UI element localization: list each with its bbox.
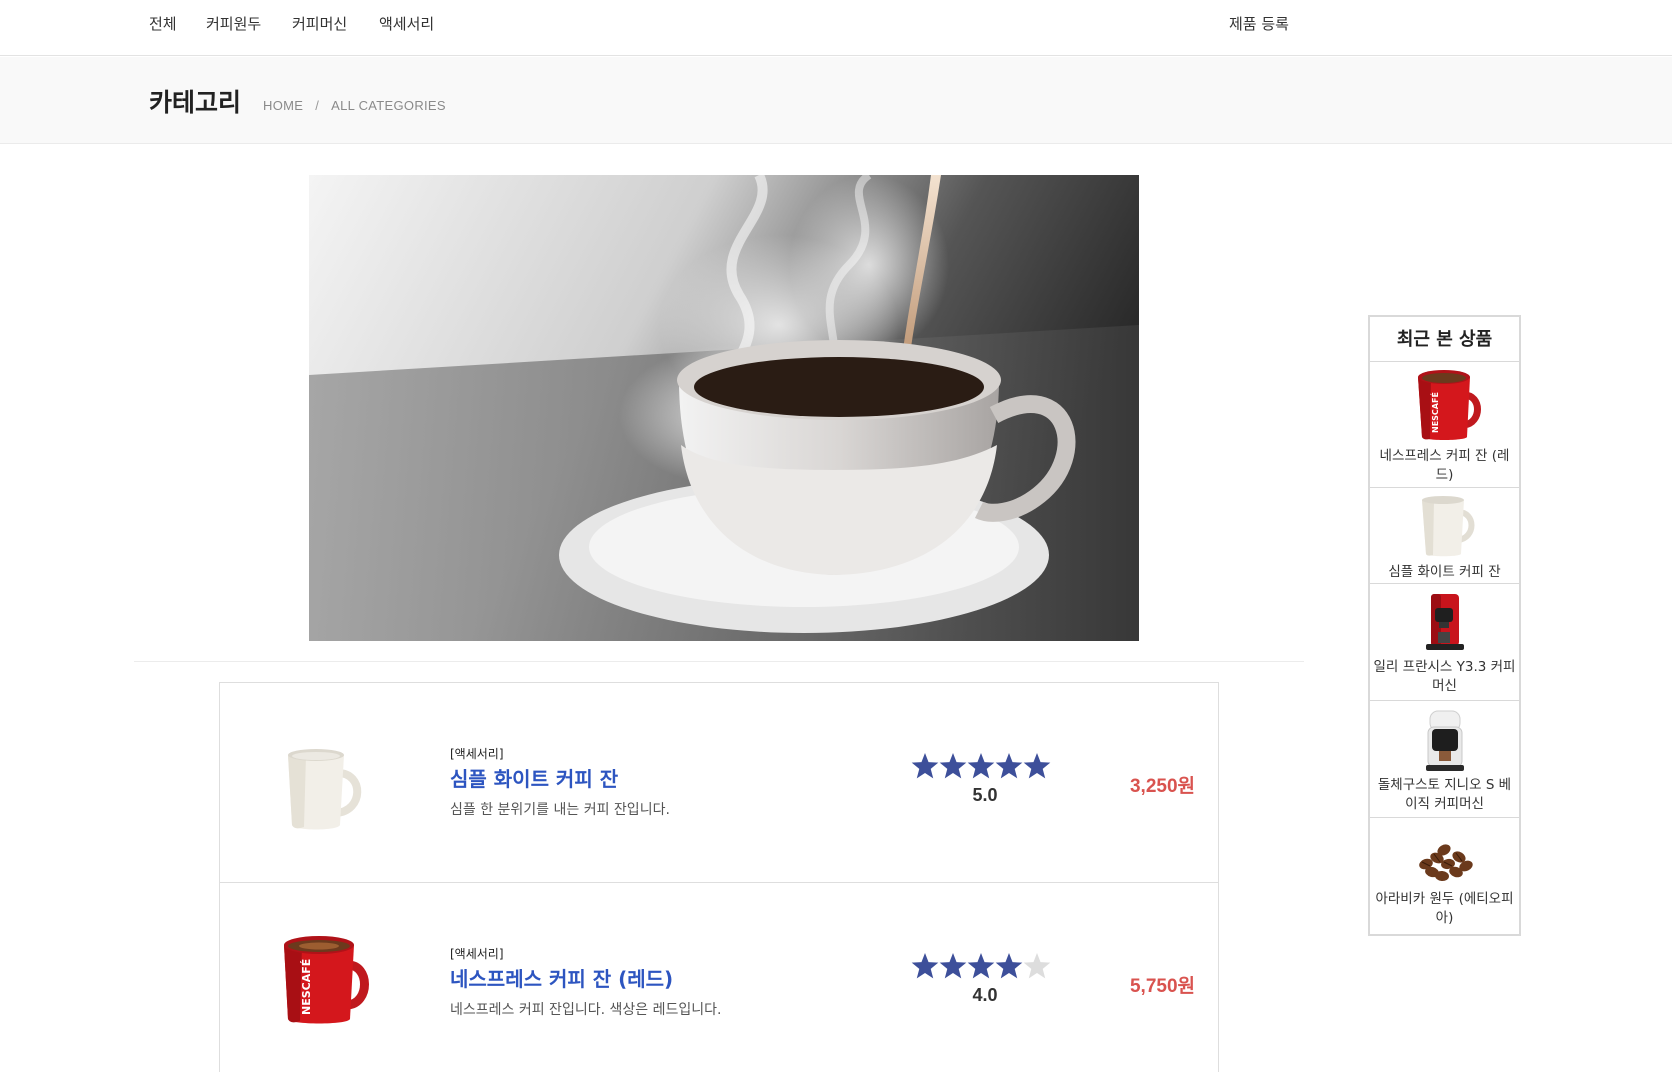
breadcrumb-home[interactable]: HOME: [263, 98, 303, 113]
rating-score: 5.0: [972, 785, 998, 805]
product-category: [액세서리]: [450, 947, 504, 961]
star-filled-icon: [939, 753, 967, 779]
product-category: [액세서리]: [450, 747, 504, 761]
hero-coffee-image: [309, 175, 1139, 641]
nescafe-logo: NESCAFÉ: [1429, 392, 1440, 433]
product-price: 3,250원: [1129, 776, 1195, 797]
recent-image-white-cup[interactable]: [1404, 494, 1485, 558]
recent-item[interactable]: 아라비카 원두 (에티오피아): [1370, 818, 1519, 934]
star-empty-icon: [1023, 953, 1051, 979]
nav-item-coffee-beans[interactable]: 커피원두: [206, 13, 261, 34]
product-description: 네스프레스 커피 잔입니다. 색상은 레드입니다.: [450, 1002, 722, 1018]
page-header: 카테고리 HOME / ALL CATEGORIES: [0, 57, 1672, 144]
recently-viewed-panel: 최근 본 상품 NESCAFÉ 네스프레스 커피 잔 (레드) 심플 화이트 커…: [1368, 315, 1521, 936]
section-divider: [134, 661, 1304, 662]
recent-image-coffee-beans[interactable]: [1404, 830, 1485, 888]
register-product-link[interactable]: 제품 등록: [1229, 13, 1289, 34]
star-filled-icon: [967, 953, 995, 979]
star-filled-icon: [911, 753, 939, 779]
recently-viewed-title: 최근 본 상품: [1370, 317, 1519, 362]
rating-stars: [911, 753, 1051, 779]
product-name[interactable]: 심플 화이트 커피 잔: [450, 763, 618, 792]
recent-item-label: 돌체구스토 지니오 S 베이직 커피머신: [1377, 777, 1512, 812]
page-title: 카테고리: [149, 88, 242, 117]
breadcrumb: HOME / ALL CATEGORIES: [263, 98, 446, 113]
recent-image-dolce-gusto-machine[interactable]: [1404, 707, 1485, 773]
nescafe-logo: NESCAFÉ: [300, 959, 313, 1015]
recent-image-red-nescafe-cup[interactable]: NESCAFÉ: [1404, 367, 1485, 443]
star-filled-icon: [967, 753, 995, 779]
recent-item-label: 네스프레스 커피 잔 (레드): [1379, 448, 1510, 483]
product-description: 심플 한 분위기를 내는 커피 잔입니다.: [450, 802, 670, 818]
nav-item-accessories[interactable]: 액세서리: [379, 13, 434, 34]
recent-item-label: 아라비카 원두 (에티오피아): [1375, 891, 1514, 926]
recent-item[interactable]: 심플 화이트 커피 잔: [1370, 488, 1519, 584]
nav-item-coffee-machines[interactable]: 커피머신: [292, 13, 347, 34]
star-filled-icon: [911, 953, 939, 979]
product-name[interactable]: 네스프레스 커피 잔 (레드): [450, 963, 673, 992]
breadcrumb-current: ALL CATEGORIES: [331, 98, 446, 113]
recent-item-label: 일리 프란시스 Y3.3 커피머신: [1373, 659, 1516, 694]
nav-item-all[interactable]: 전체: [149, 13, 177, 34]
breadcrumb-separator: /: [315, 98, 320, 113]
recent-image-illy-machine[interactable]: [1404, 590, 1485, 654]
star-filled-icon: [939, 953, 967, 979]
star-filled-icon: [1023, 753, 1051, 779]
product-row[interactable]: NESCAFÉ [액세서리] 네스프레스 커피 잔 (레드) 네스프레스 커피 …: [220, 883, 1218, 1083]
recent-item-label: 심플 화이트 커피 잔: [1388, 564, 1501, 580]
recent-item[interactable]: 일리 프란시스 Y3.3 커피머신: [1370, 584, 1519, 701]
top-nav: 전체 커피원두 커피머신 액세서리 제품 등록: [0, 0, 1672, 56]
product-image-white-cup[interactable]: [266, 733, 376, 843]
product-row[interactable]: [액세서리] 심플 화이트 커피 잔 심플 한 분위기를 내는 커피 잔입니다.…: [220, 683, 1218, 883]
star-filled-icon: [995, 953, 1023, 979]
rating-score: 4.0: [972, 985, 998, 1005]
rating-stars: [911, 953, 1051, 979]
product-image-red-nescafe-cup[interactable]: NESCAFÉ: [266, 923, 376, 1033]
recent-item[interactable]: NESCAFÉ 네스프레스 커피 잔 (레드): [1370, 363, 1519, 488]
product-list: [액세서리] 심플 화이트 커피 잔 심플 한 분위기를 내는 커피 잔입니다.…: [219, 682, 1219, 1072]
star-filled-icon: [995, 753, 1023, 779]
recent-item[interactable]: 돌체구스토 지니오 S 베이직 커피머신: [1370, 701, 1519, 818]
product-price: 5,750원: [1129, 976, 1195, 997]
